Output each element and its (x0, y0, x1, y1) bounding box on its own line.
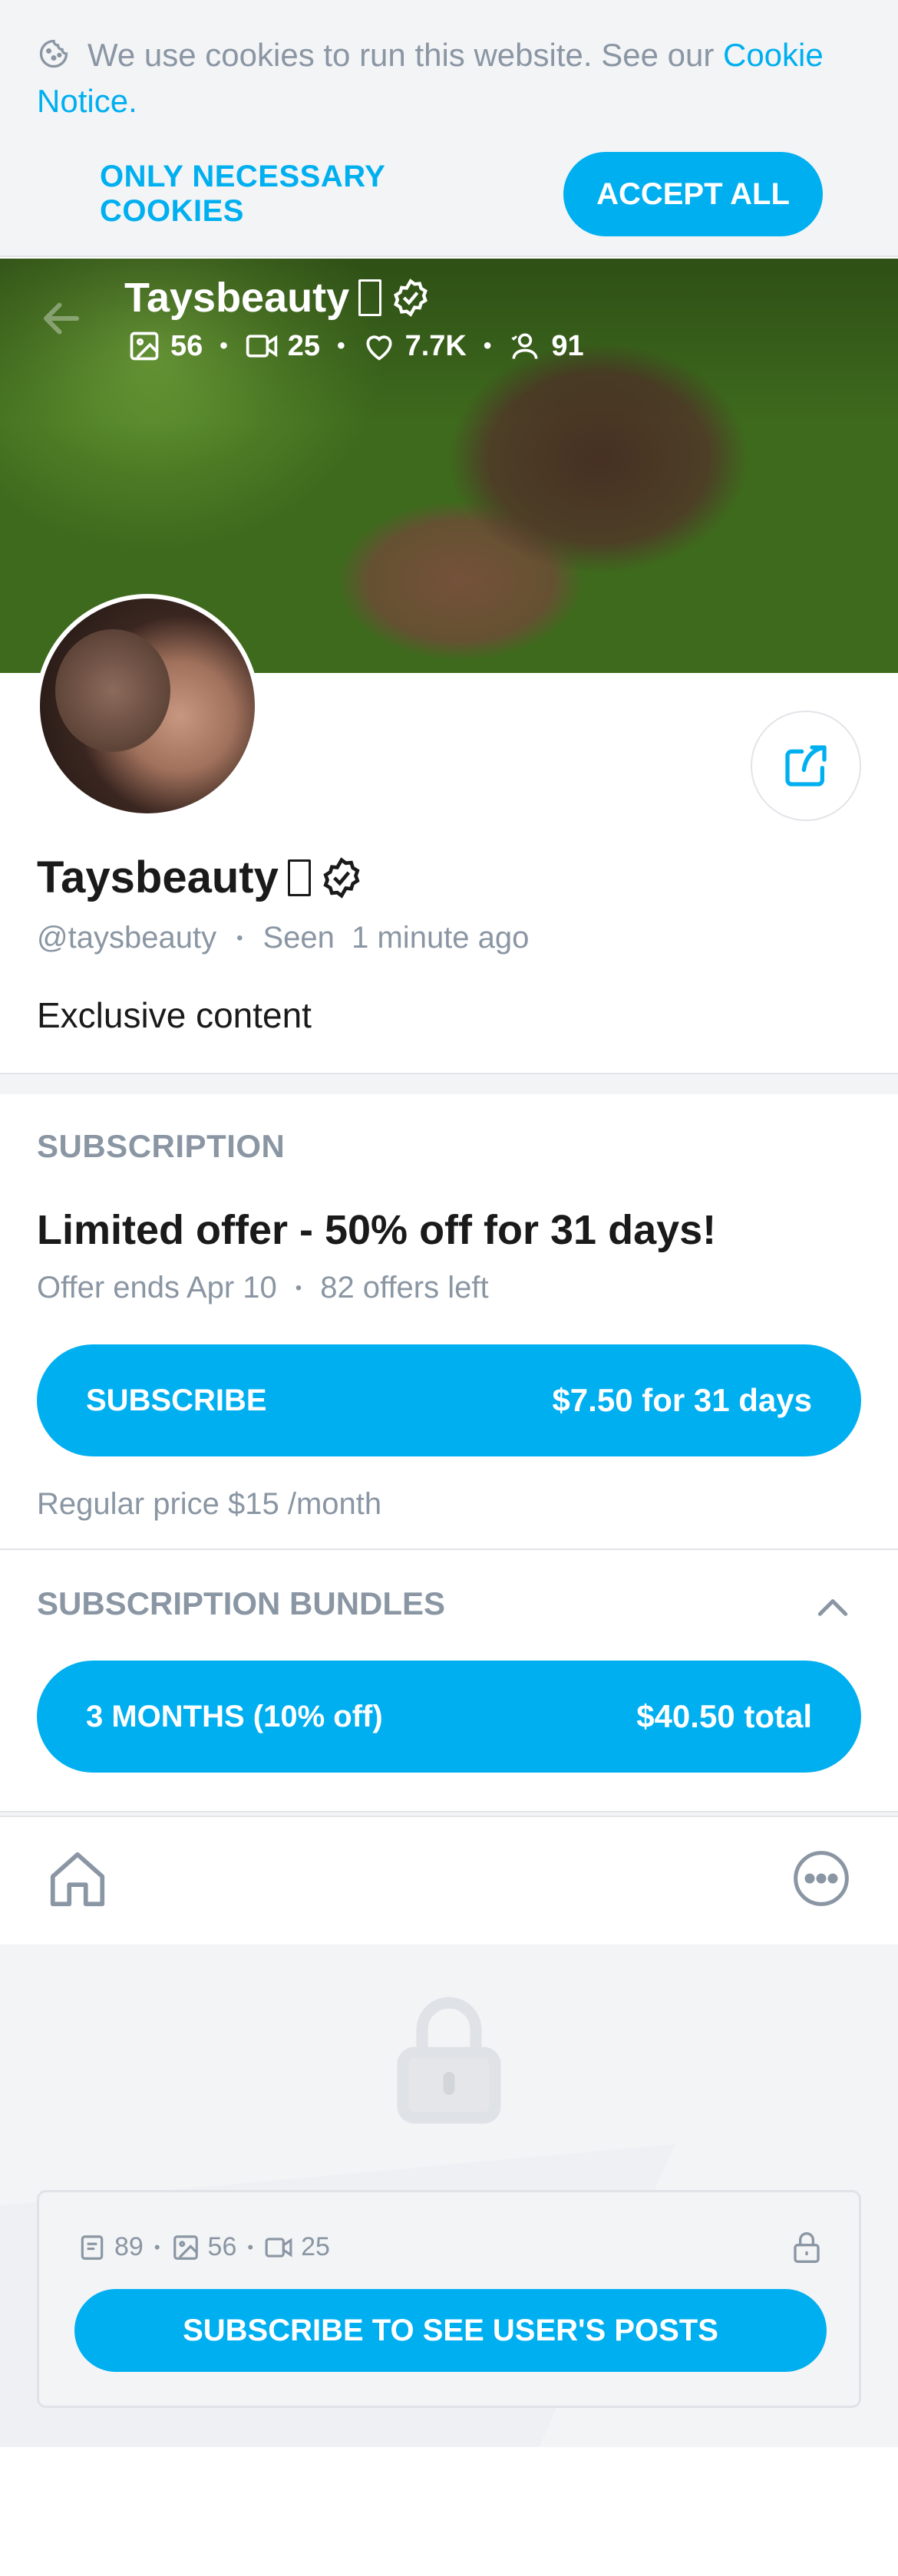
separator-dot: • (220, 333, 228, 358)
seen-label: Seen (262, 921, 335, 955)
profile-tab-bar (0, 1817, 898, 1944)
cover-name-text: Taysbeauty (124, 275, 350, 321)
bundles-heading: SUBSCRIPTION BUNDLES (37, 1585, 446, 1621)
offer-title: Limited offer - 50% off for 31 days! (37, 1207, 717, 1253)
locked-videos-count: 25 (264, 2232, 330, 2262)
offer-meta: Offer ends Apr 10 • 82 offers left (37, 1271, 489, 1305)
likes-count-value: 7.7K (404, 329, 467, 362)
lock-icon (794, 2232, 820, 2263)
locked-videos-count-value: 25 (301, 2232, 330, 2261)
separator-dot: • (295, 1277, 302, 1298)
cookie-text-suffix: . (128, 83, 137, 119)
videos-count: 25 (245, 329, 320, 363)
offers-left: 82 offers left (320, 1271, 489, 1304)
missing-glyph-icon (287, 859, 311, 896)
more-options-icon[interactable] (791, 1848, 852, 1909)
regular-price: Regular price $15 /month (37, 1487, 382, 1521)
profile-name-text: Taysbeauty (37, 853, 279, 902)
avatar[interactable] (35, 594, 259, 818)
seen-time: 1 minute ago (352, 921, 530, 955)
bundle-price: $40.50 total (636, 1698, 812, 1734)
cookie-message: We use cookies to run this website. See … (37, 32, 866, 124)
offer-ends: Offer ends Apr 10 (37, 1271, 277, 1304)
locked-photos-count: 56 (171, 2232, 237, 2262)
posts-count: 89 (78, 2232, 144, 2262)
subscribe-button[interactable]: SUBSCRIBE $7.50 for 31 days (37, 1344, 861, 1456)
subscribe-label: SUBSCRIBE (86, 1383, 267, 1417)
divider (0, 1811, 898, 1817)
separator-dot: • (337, 333, 345, 358)
cover-stats: 56 • 25 • 7.7K • 91 (127, 329, 584, 363)
bundle-label: 3 MONTHS (10% off) (86, 1699, 383, 1733)
fans-count-value: 91 (551, 329, 584, 362)
subscribe-price: $7.50 for 31 days (552, 1382, 812, 1418)
username: @taysbeauty (37, 921, 217, 955)
verified-badge-icon (323, 856, 360, 899)
videos-count-value: 25 (287, 329, 321, 362)
separator-dot: • (247, 2237, 254, 2257)
divider (0, 1073, 898, 1094)
cookie-text: We use cookies to run this website. See … (87, 37, 723, 73)
chevron-up-icon[interactable] (814, 1588, 852, 1627)
profile-meta: @taysbeauty • Seen 1 minute ago (37, 921, 529, 955)
video-icon (246, 335, 277, 358)
cover-profile-name: Taysbeauty (124, 274, 431, 322)
profile-about: Exclusive content (37, 995, 312, 1035)
photos-count: 56 (127, 329, 203, 363)
bundle-3-months-button[interactable]: 3 MONTHS (10% off) $40.50 total (37, 1661, 861, 1773)
image-icon (130, 331, 159, 361)
separator-dot: • (154, 2237, 160, 2257)
lock-icon (397, 1997, 501, 2124)
missing-glyph-icon (358, 279, 382, 316)
image-icon (173, 2235, 198, 2260)
separator-dot: • (483, 333, 492, 358)
locked-photos-count-value: 56 (207, 2232, 237, 2261)
locked-content-area: 89 • 56 • 25 SUBSCRIBE TO SEE USER'S POS… (0, 1944, 898, 2447)
post-icon (81, 2235, 104, 2260)
video-icon (265, 2237, 292, 2258)
photos-count-value: 56 (170, 329, 203, 362)
home-icon[interactable] (45, 1846, 111, 1912)
accept-all-cookies-button[interactable]: ACCEPT ALL (563, 152, 823, 236)
user-star-icon (511, 333, 538, 359)
heart-icon (366, 335, 392, 361)
fans-count: 91 (508, 329, 584, 363)
subscription-heading: SUBSCRIPTION (37, 1128, 286, 1164)
locked-posts-card: 89 • 56 • 25 SUBSCRIBE TO SEE USER'S POS… (37, 2190, 861, 2408)
back-arrow-icon[interactable] (38, 295, 84, 341)
subscribe-to-see-posts-button[interactable]: SUBSCRIBE TO SEE USER'S POSTS (74, 2289, 827, 2372)
share-icon (785, 745, 827, 787)
cookie-banner: We use cookies to run this website. See … (0, 0, 898, 257)
separator-dot: • (236, 927, 243, 948)
profile-name: Taysbeauty (37, 852, 363, 903)
likes-count: 7.7K (362, 329, 467, 363)
share-button[interactable] (751, 711, 861, 821)
only-necessary-cookies-button[interactable]: ONLY NECESSARY COOKIES (100, 153, 530, 235)
cookie-icon (39, 39, 68, 68)
divider (0, 1549, 898, 1550)
verified-badge-icon (394, 279, 428, 317)
posts-count-value: 89 (114, 2232, 144, 2261)
locked-stats: 89 • 56 • 25 (78, 2232, 330, 2262)
